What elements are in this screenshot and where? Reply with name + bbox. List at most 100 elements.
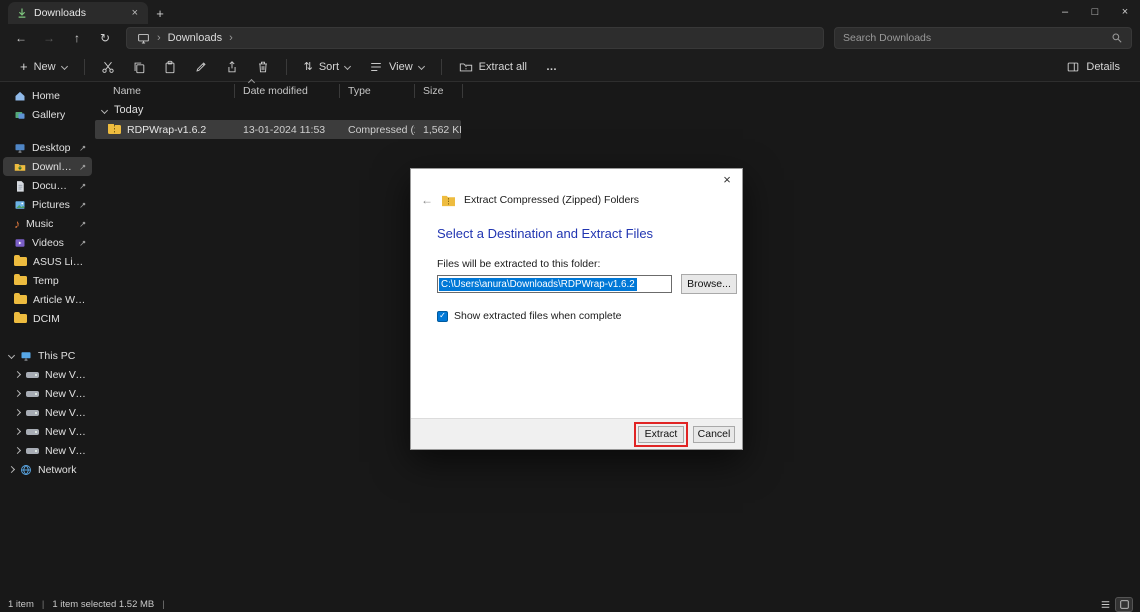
address-bar: ← → ↑ ↻ › Downloads › Search Downloads — [0, 24, 1140, 52]
dialog-close-icon[interactable]: × — [712, 172, 742, 187]
sidebar-item-label: New Volume (D:) — [45, 387, 87, 400]
status-bar: 1 item | 1 item selected 1.52 MB | — [0, 596, 1140, 612]
new-tab-button[interactable]: + — [148, 6, 172, 21]
more-button[interactable]: … — [538, 55, 566, 79]
chevron-down-icon — [343, 62, 352, 71]
minimize-button[interactable]: – — [1050, 0, 1080, 24]
dialog-footer: Extract Cancel — [411, 418, 742, 449]
chevron-right-icon[interactable] — [13, 408, 22, 417]
rename-button[interactable] — [187, 55, 215, 79]
extract-button[interactable]: Extract — [638, 425, 684, 443]
paste-button[interactable] — [156, 55, 184, 79]
desktop-icon — [15, 143, 25, 153]
network-icon — [21, 464, 31, 475]
copy-button[interactable] — [125, 55, 153, 79]
forward-button[interactable]: → — [36, 26, 62, 50]
group-header-today[interactable]: Today — [95, 101, 1140, 119]
breadcrumb-downloads[interactable]: Downloads — [168, 32, 222, 44]
sidebar-item-home[interactable]: Home — [3, 86, 92, 105]
tab-downloads[interactable]: Downloads × — [8, 2, 148, 24]
view-button[interactable]: View — [361, 55, 432, 79]
sidebar-item-drive-c[interactable]: New Volume (C:) — [3, 365, 92, 384]
browse-button[interactable]: Browse... — [681, 274, 737, 294]
sidebar-item-gallery[interactable]: Gallery — [3, 105, 92, 124]
share-button[interactable] — [218, 55, 246, 79]
up-button[interactable]: ↑ — [64, 26, 90, 50]
chevron-right-icon[interactable] — [13, 389, 22, 398]
chevron-right-icon[interactable] — [13, 446, 22, 455]
sidebar-item-this-pc[interactable]: This PC — [3, 346, 92, 365]
back-button[interactable]: ← — [8, 26, 34, 50]
delete-button[interactable] — [249, 55, 277, 79]
search-input[interactable]: Search Downloads — [834, 27, 1132, 49]
sidebar-item-label: Downloads — [32, 160, 73, 173]
folder-icon — [14, 311, 27, 323]
chevron-right-icon[interactable] — [13, 427, 22, 436]
file-row-rdpwrap[interactable]: RDPWrap-v1.6.2 13-01-2024 11:53 Compress… — [95, 120, 461, 139]
pin-icon — [80, 221, 86, 227]
file-name-cell: RDPWrap-v1.6.2 — [95, 123, 235, 136]
column-headers: Name Date modified Type Size — [95, 78, 1140, 99]
dialog-back-icon[interactable]: ← — [421, 193, 433, 207]
sidebar-item-article-written[interactable]: Article Written — [3, 290, 92, 309]
column-header-size[interactable]: Size — [415, 83, 463, 98]
column-header-name[interactable]: Name — [95, 83, 235, 98]
view-icon — [371, 62, 381, 71]
close-button[interactable]: × — [1110, 0, 1140, 24]
extract-all-label: Extract all — [478, 60, 527, 73]
sidebar-item-drive-g[interactable]: New Volume (G:) — [3, 441, 92, 460]
chevron-right-icon[interactable] — [13, 370, 22, 379]
sidebar-item-label: Desktop — [32, 141, 71, 154]
sidebar-item-desktop[interactable]: Desktop — [3, 138, 92, 157]
sidebar-item-label: Temp — [33, 274, 59, 287]
sidebar-item-temp[interactable]: Temp — [3, 271, 92, 290]
sidebar-item-music[interactable]: ♪ Music — [3, 214, 92, 233]
column-header-type[interactable]: Type — [340, 83, 415, 98]
new-label: New — [33, 60, 56, 73]
chevron-right-icon[interactable] — [7, 465, 16, 474]
tab-close-icon[interactable]: × — [130, 7, 140, 19]
selected-path-text: C:\Users\anura\Downloads\RDPWrap-v1.6.2 — [439, 277, 637, 291]
sidebar-item-pictures[interactable]: Pictures — [3, 195, 92, 214]
downloads-icon — [14, 163, 26, 171]
this-pc-icon — [21, 351, 31, 361]
sidebar-item-videos[interactable]: Videos — [3, 233, 92, 252]
breadcrumb[interactable]: › Downloads › — [126, 27, 824, 49]
sidebar-item-drive-d[interactable]: New Volume (D:) — [3, 384, 92, 403]
show-files-checkbox[interactable]: ✓ — [437, 310, 448, 322]
status-divider: | — [162, 598, 165, 610]
details-button[interactable]: Details — [1058, 55, 1128, 79]
checkbox-label: Show extracted files when complete — [454, 310, 622, 322]
sidebar-item-downloads[interactable]: Downloads — [3, 157, 92, 176]
cut-button[interactable] — [94, 55, 122, 79]
sidebar-item-dcim[interactable]: DCIM — [3, 309, 92, 328]
sidebar-item-label: Videos — [32, 236, 64, 249]
destination-path-input[interactable]: C:\Users\anura\Downloads\RDPWrap-v1.6.2 — [437, 275, 672, 293]
this-pc-icon — [138, 33, 149, 43]
large-icons-view-toggle[interactable] — [1115, 596, 1133, 612]
gallery-icon — [15, 111, 25, 119]
sidebar-item-drive-f[interactable]: New Volume (F:) — [3, 422, 92, 441]
sort-button[interactable]: ⇅ Sort — [296, 55, 358, 79]
sidebar-item-asus-live-update[interactable]: ASUS Live Update — [3, 252, 92, 271]
chevron-down-icon[interactable] — [100, 106, 109, 114]
sidebar-item-label: ASUS Live Update — [33, 255, 87, 268]
new-button[interactable]: + New — [12, 55, 75, 79]
status-divider: | — [41, 598, 45, 610]
sidebar-item-documents[interactable]: Documents — [3, 176, 92, 195]
column-header-date-modified[interactable]: Date modified — [235, 78, 340, 98]
drive-icon — [26, 447, 39, 454]
sidebar-item-drive-e[interactable]: New Volume (E:) — [3, 403, 92, 422]
cancel-button[interactable]: Cancel — [693, 425, 735, 443]
drive-icon — [26, 428, 39, 435]
chevron-icon[interactable]: › — [229, 32, 233, 44]
refresh-button[interactable]: ↻ — [92, 26, 118, 50]
maximize-button[interactable]: □ — [1080, 0, 1110, 24]
details-view-toggle[interactable] — [1097, 598, 1113, 611]
extract-all-button[interactable]: Extract all — [451, 55, 535, 79]
sidebar-item-network[interactable]: Network — [3, 460, 92, 479]
sidebar-item-label: Gallery — [32, 108, 66, 121]
music-icon: ♪ — [14, 216, 20, 231]
chevron-down-icon[interactable] — [7, 351, 16, 360]
